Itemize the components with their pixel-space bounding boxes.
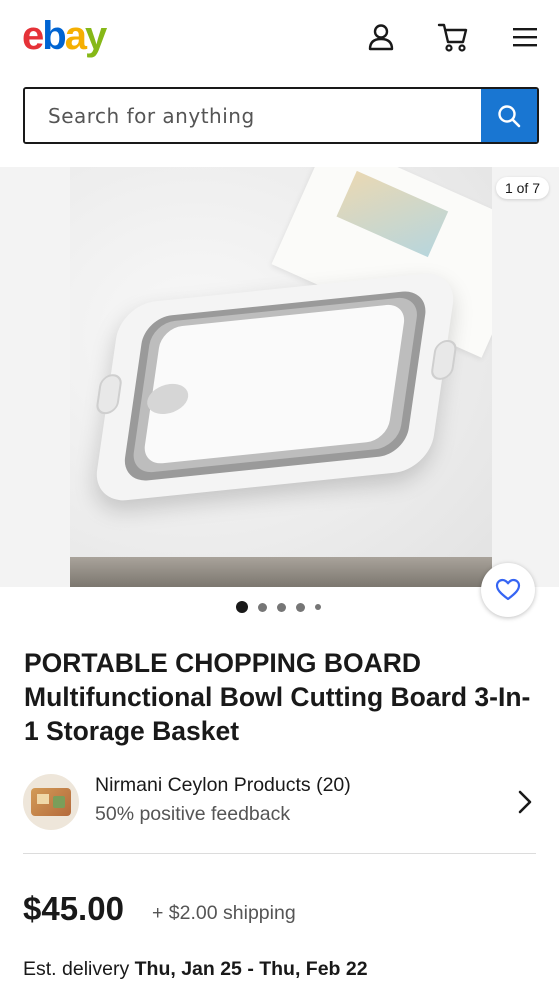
photo-floor	[70, 557, 492, 587]
pagination-dot[interactable]	[296, 602, 305, 612]
item-price: $45.00	[23, 890, 124, 927]
divider	[23, 853, 536, 854]
image-counter: 1 of 7	[495, 177, 549, 199]
delivery-dates: Thu, Jan 25 - Thu, Feb 22	[134, 958, 368, 980]
search-button[interactable]	[481, 89, 537, 142]
ebay-logo[interactable]: ebay	[22, 14, 107, 58]
cutting-board-graphic	[92, 270, 458, 504]
logo-letter-a: a	[64, 14, 87, 58]
search-input[interactable]	[25, 89, 481, 142]
header: ebay	[0, 0, 559, 80]
pagination-dot[interactable]	[258, 602, 267, 612]
seller-feedback: 50% positive feedback	[95, 803, 291, 825]
pagination-dot-active[interactable]	[236, 601, 248, 613]
logo-letter-b: b	[42, 14, 66, 58]
pagination-dot[interactable]	[277, 602, 286, 612]
image-gallery[interactable]: 1 of 7	[0, 167, 559, 587]
pagination-dot[interactable]	[315, 604, 321, 610]
seller-info[interactable]: Nirmani Ceylon Products (20) 50% positiv…	[0, 762, 559, 836]
cart-icon[interactable]	[436, 20, 470, 54]
menu-icon[interactable]	[508, 20, 542, 54]
gallery-pagination	[236, 600, 321, 614]
logo-letter-y: y	[84, 14, 107, 58]
estimated-delivery: Est. delivery Thu, Jan 25 - Thu, Feb 22	[23, 958, 368, 981]
delivery-label: Est. delivery	[23, 958, 130, 980]
user-icon[interactable]	[364, 20, 398, 54]
product-title: PORTABLE CHOPPING BOARD Multifunctional …	[24, 648, 531, 746]
favorite-button[interactable]	[481, 563, 535, 617]
heart-icon	[495, 578, 521, 601]
search-icon	[498, 104, 521, 127]
seller-avatar	[23, 774, 79, 830]
shipping-cost: + $2.00 shipping	[152, 902, 296, 924]
chevron-right-icon	[518, 790, 532, 814]
logo-letter-e: e	[22, 14, 44, 58]
search-bar	[23, 87, 539, 144]
seller-name: Nirmani Ceylon Products (20)	[95, 774, 351, 796]
product-image[interactable]	[70, 167, 492, 587]
